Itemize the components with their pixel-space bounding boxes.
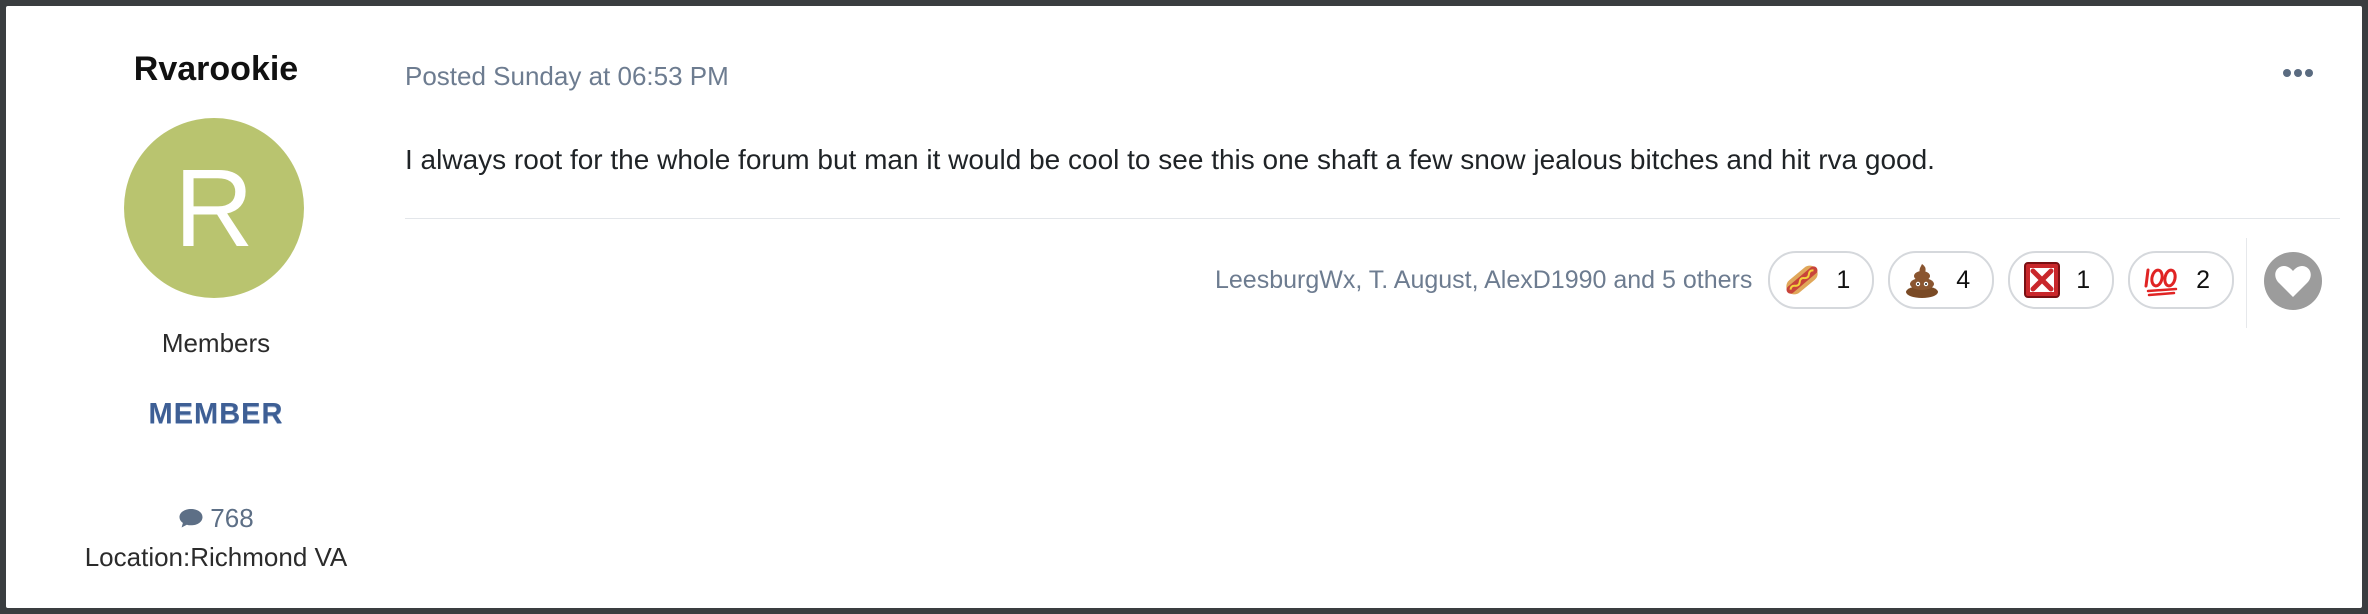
divider xyxy=(405,218,2340,219)
rank-badge: MEMBER xyxy=(148,398,284,430)
reactions-row: LeesburgWx, T. August, AlexD1990 and 5 o… xyxy=(1215,250,2234,310)
member-group: Members xyxy=(161,328,271,358)
reaction-hundred[interactable]: 2 xyxy=(2128,251,2234,309)
forum-post: Rvarookie R Members MEMBER 768 Location:… xyxy=(6,6,2362,608)
author-name[interactable]: Rvarookie xyxy=(6,50,426,89)
post-count-value: 768 xyxy=(210,503,254,533)
post-body: I always root for the whole forum but ma… xyxy=(405,144,1935,175)
ellipsis-dot xyxy=(2305,69,2313,77)
reactors-list[interactable]: LeesburgWx, T. August, AlexD1990 and 5 o… xyxy=(1215,266,1752,295)
reaction-count: 1 xyxy=(2076,265,2091,294)
post-timestamp[interactable]: Posted Sunday at 06:53 PM xyxy=(405,61,729,92)
avatar-letter: R xyxy=(174,146,254,270)
author-panel: Rvarookie R Members MEMBER 768 Location:… xyxy=(6,6,426,608)
hundred-icon xyxy=(2144,268,2178,297)
comment-icon xyxy=(179,509,203,528)
reaction-poop[interactable]: 4 xyxy=(1888,251,1995,309)
avatar[interactable]: R xyxy=(124,118,304,298)
reaction-count: 2 xyxy=(2196,265,2210,294)
heart-icon xyxy=(2275,265,2311,297)
red-x-icon xyxy=(2024,262,2061,298)
reaction-red-x[interactable]: 1 xyxy=(2008,251,2115,309)
reaction-count: 4 xyxy=(1956,265,1971,294)
ellipsis-icon xyxy=(2283,69,2291,77)
ellipsis-dot xyxy=(2294,69,2302,77)
poop-icon xyxy=(1906,264,1939,298)
hotdog-icon xyxy=(1786,265,1819,295)
react-button[interactable] xyxy=(2264,252,2322,310)
reaction-hotdog[interactable]: 1 xyxy=(1768,251,1875,309)
reactions-separator xyxy=(2246,238,2247,328)
author-location: Location:Richmond VA xyxy=(84,542,348,572)
more-options-button[interactable] xyxy=(2278,58,2318,88)
post-count[interactable]: 768 xyxy=(6,503,426,534)
reaction-count: 1 xyxy=(1836,265,1851,294)
